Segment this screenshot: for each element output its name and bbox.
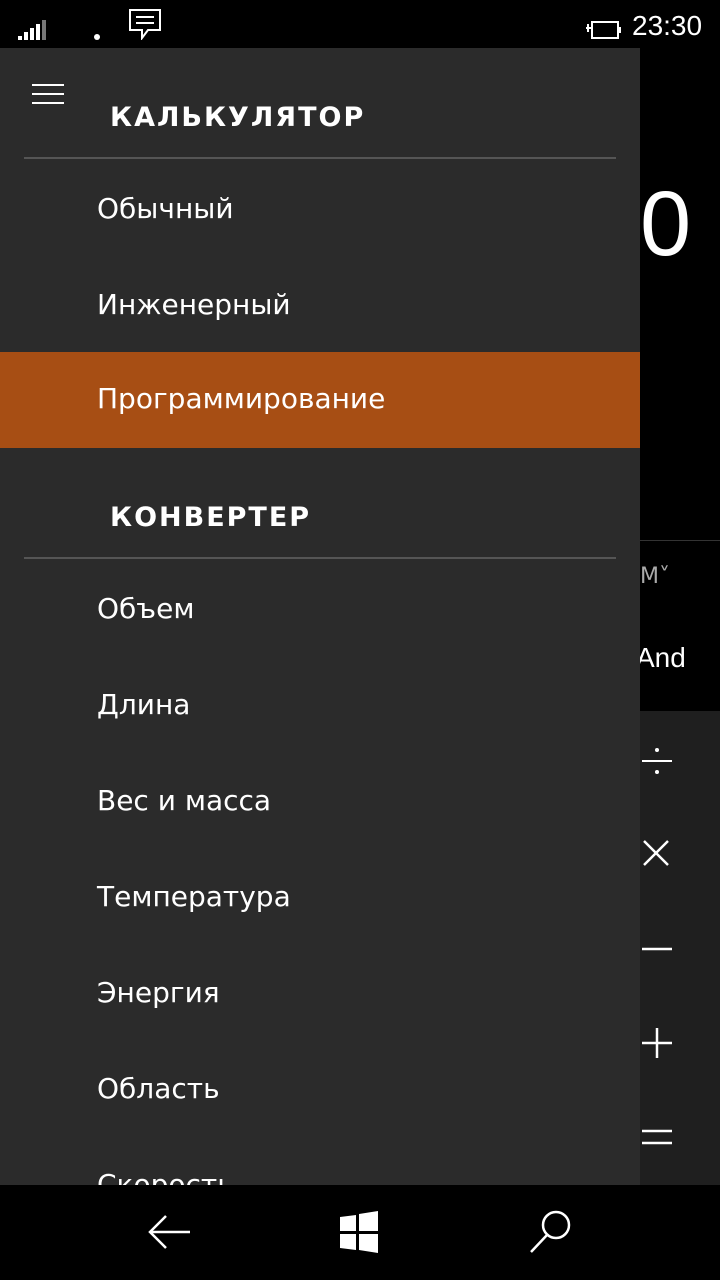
notification-message-icon bbox=[129, 9, 161, 40]
menu-item-label: Инженерный bbox=[97, 288, 291, 321]
operator-panel bbox=[640, 711, 720, 1185]
back-arrow-icon[interactable] bbox=[144, 1207, 194, 1257]
menu-item-programmer[interactable]: Программирование bbox=[0, 352, 640, 448]
menu-item-speed[interactable]: Скорость bbox=[0, 1138, 640, 1185]
multiply-icon[interactable] bbox=[640, 835, 680, 875]
hamburger-menu-icon[interactable] bbox=[32, 84, 64, 106]
system-nav-bar bbox=[0, 1185, 720, 1280]
plus-icon[interactable] bbox=[640, 1023, 680, 1063]
navigation-drawer: КАЛЬКУЛЯТОР Обычный Инженерный Программи… bbox=[0, 48, 640, 1185]
divide-icon[interactable] bbox=[640, 741, 680, 781]
menu-item-label: Энергия bbox=[97, 976, 220, 1009]
menu-item-volume[interactable]: Объем bbox=[0, 562, 640, 658]
windows-icon[interactable] bbox=[334, 1207, 384, 1257]
menu-item-label: Скорость bbox=[97, 1168, 234, 1185]
and-button[interactable]: And bbox=[640, 642, 686, 674]
divider bbox=[24, 157, 616, 159]
memory-button[interactable]: M˅ bbox=[640, 564, 670, 589]
menu-item-label: Температура bbox=[97, 880, 291, 913]
menu-item-standard[interactable]: Обычный bbox=[0, 162, 640, 258]
battery-charging-icon bbox=[586, 21, 621, 39]
calculator-display: 0 bbox=[640, 173, 692, 275]
calculator-background: 0 M˅ And bbox=[640, 48, 720, 1185]
status-bar: 23:30 bbox=[0, 0, 720, 48]
menu-item-label: Объем bbox=[97, 592, 195, 625]
section-title-converter: КОНВЕРТЕР bbox=[110, 502, 312, 533]
signal-strength-icon bbox=[18, 20, 46, 40]
section-title-calculator: КАЛЬКУЛЯТОР bbox=[110, 102, 366, 133]
menu-item-label: Область bbox=[97, 1072, 220, 1105]
clock: 23:30 bbox=[632, 10, 703, 41]
menu-item-weight[interactable]: Вес и масса bbox=[0, 754, 640, 850]
data-indicator-icon bbox=[94, 34, 100, 40]
menu-item-temperature[interactable]: Температура bbox=[0, 850, 640, 946]
menu-item-label: Длина bbox=[97, 688, 191, 721]
menu-item-area[interactable]: Область bbox=[0, 1042, 640, 1138]
minus-icon[interactable] bbox=[640, 929, 680, 969]
search-icon[interactable] bbox=[526, 1207, 576, 1257]
divider bbox=[640, 540, 720, 541]
equals-icon[interactable] bbox=[640, 1117, 680, 1157]
menu-item-length[interactable]: Длина bbox=[0, 658, 640, 754]
menu-item-energy[interactable]: Энергия bbox=[0, 946, 640, 1042]
menu-item-label: Программирование bbox=[97, 382, 386, 415]
menu-item-label: Вес и масса bbox=[97, 784, 272, 817]
menu-item-label: Обычный bbox=[97, 192, 234, 225]
divider bbox=[24, 557, 616, 559]
menu-item-scientific[interactable]: Инженерный bbox=[0, 258, 640, 354]
